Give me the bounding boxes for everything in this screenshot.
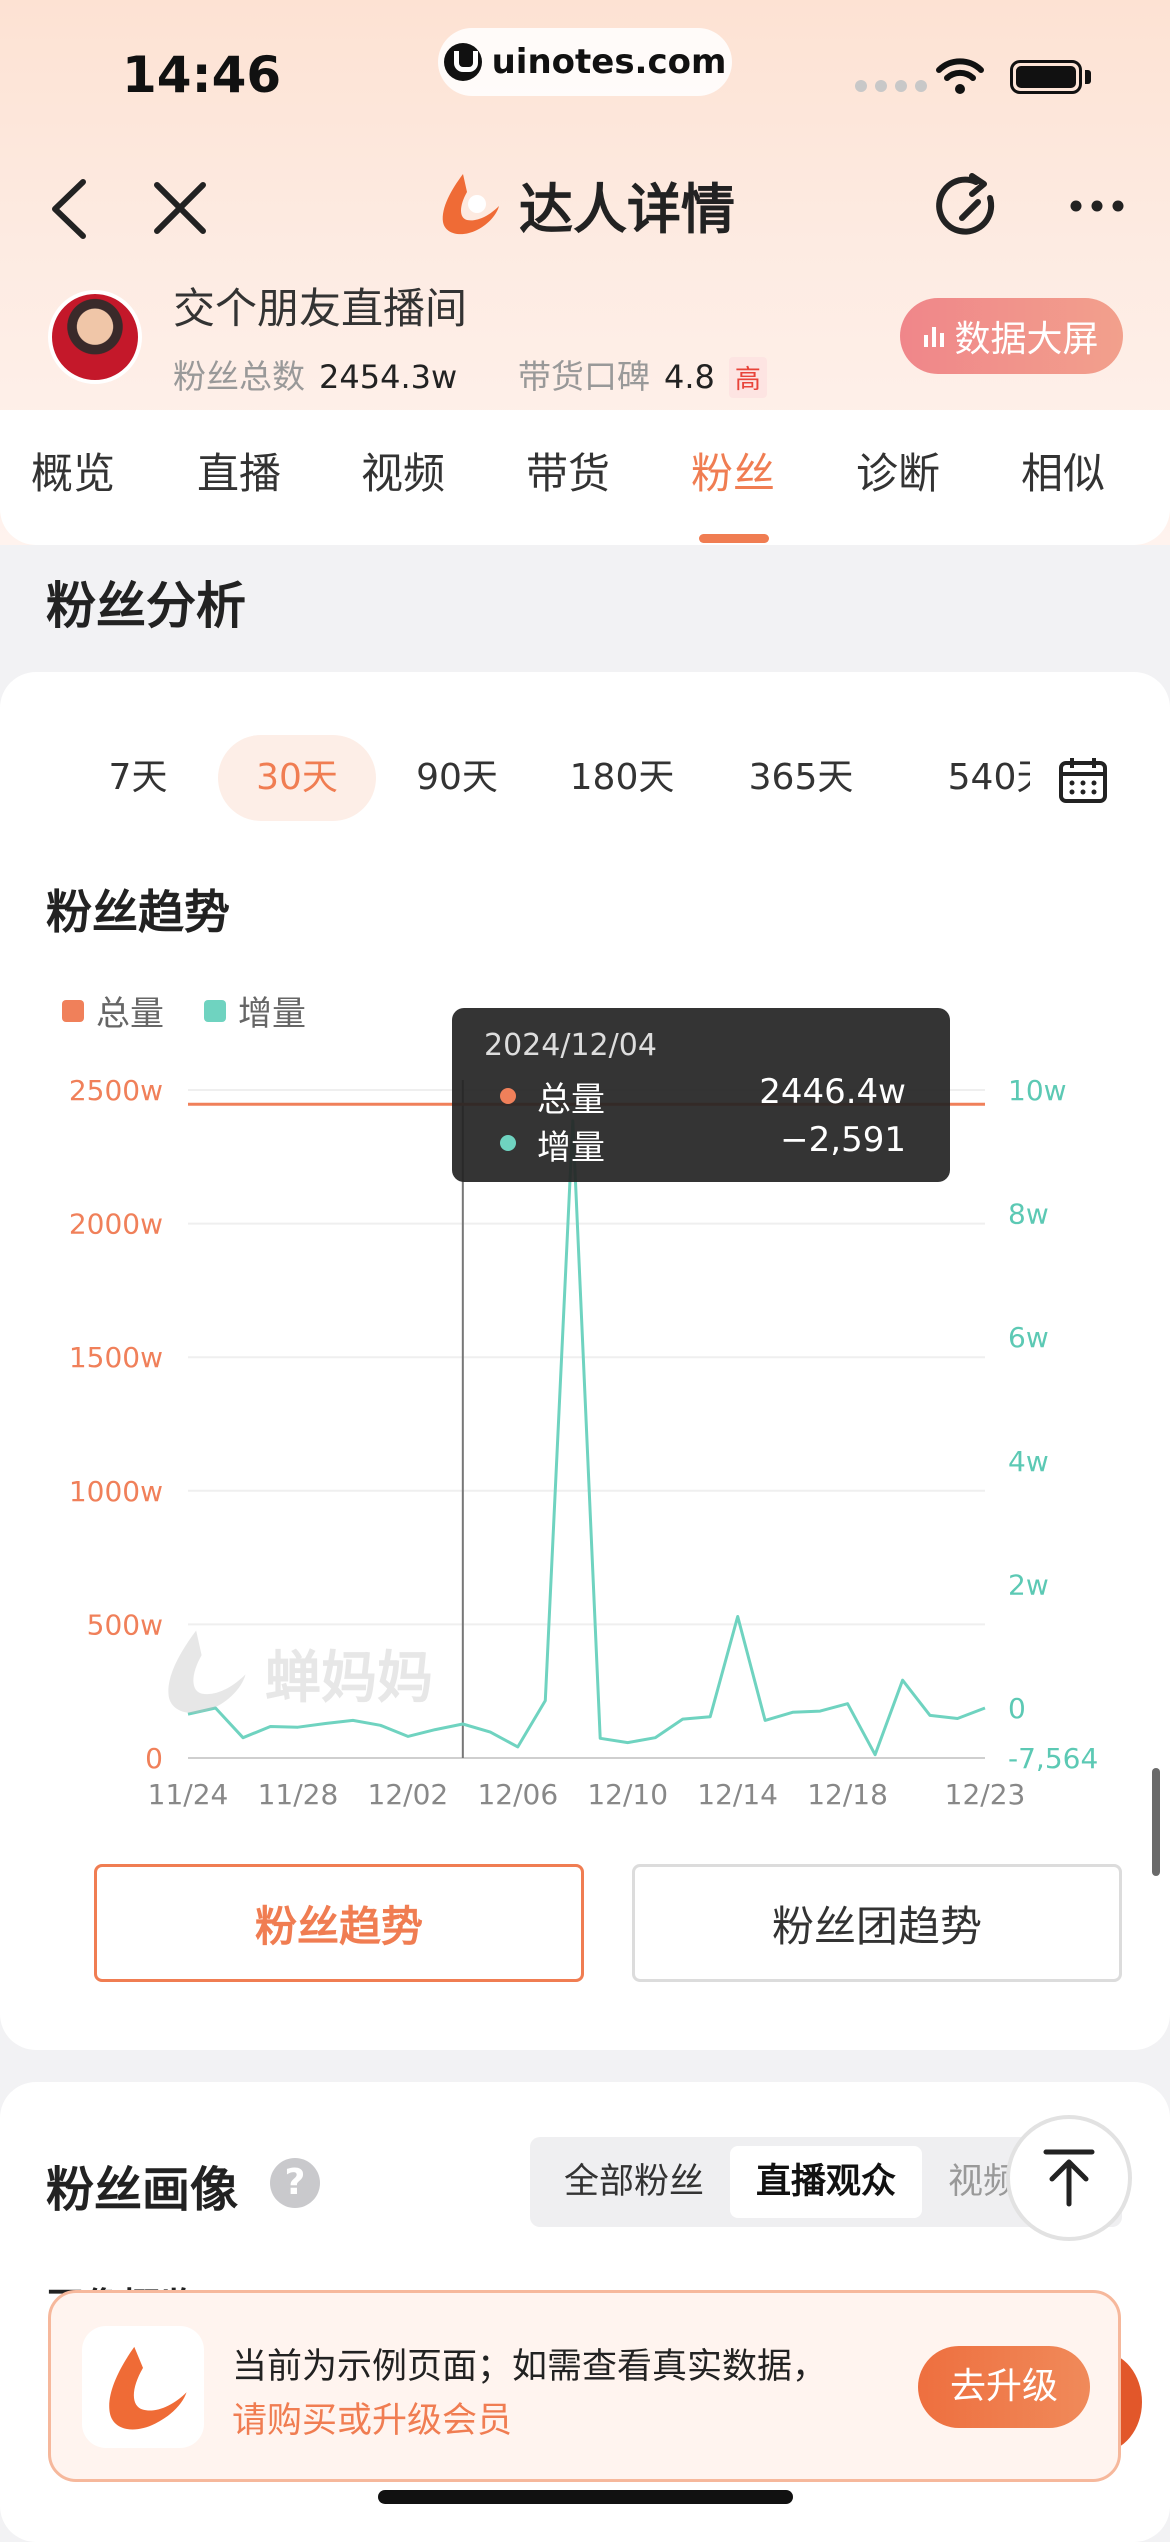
tooltip-increment-value: −2,591 [780, 1120, 906, 1160]
x-tick-label: 12/10 [587, 1778, 668, 1811]
watermark-logo-icon [168, 1630, 246, 1713]
promo-logo [82, 2326, 204, 2448]
chevron-left-icon[interactable] [45, 178, 95, 240]
promo-line1: 当前为示例页面；如需查看真实数据， [232, 2347, 828, 2387]
x-tick-label: 12/14 [697, 1778, 778, 1811]
legend-increment[interactable]: 增量 [204, 986, 306, 1035]
y-right-tick-label: 2w [1008, 1568, 1049, 1601]
tab-similar[interactable]: 相似 [993, 440, 1133, 501]
data-screen-label: 数据大屏 [954, 319, 1099, 360]
legend-increment-label: 增量 [238, 994, 306, 1034]
range-30d[interactable]: 30天 [218, 735, 376, 821]
tab-active-indicator [699, 534, 769, 543]
range-7d[interactable]: 7天 [78, 735, 198, 821]
range-540d[interactable]: 540天 [930, 735, 1030, 821]
room-name: 交个朋友直播间 [173, 284, 468, 333]
x-tick-label: 11/24 [148, 1778, 229, 1811]
tab-video[interactable]: 视频 [333, 440, 473, 501]
refresh-icon[interactable] [932, 172, 1004, 244]
fans-label: 粉丝总数 [173, 357, 305, 396]
y-right-tick-label: 10w [1008, 1074, 1067, 1107]
y-right-tick-label: 6w [1008, 1321, 1049, 1354]
y-left-tick-label: 1500w [69, 1341, 163, 1374]
watermark: 蝉妈妈 [155, 1625, 433, 1721]
tooltip-total-value: 2446.4w [759, 1072, 906, 1112]
title-group: 达人详情 [433, 165, 735, 244]
data-screen-button[interactable]: 数据大屏 [900, 298, 1123, 374]
scroll-to-top-button[interactable] [1006, 2115, 1132, 2241]
promo-line2[interactable]: 请购买或升级会员 [232, 2392, 512, 2443]
wifi-icon [936, 58, 984, 94]
tooltip-total-dot [500, 1088, 516, 1104]
x-tick-label: 11/28 [258, 1778, 339, 1811]
fans-value: 2454.3w [319, 358, 458, 396]
avatar[interactable] [48, 290, 142, 384]
home-indicator [378, 2490, 793, 2504]
watermark-text: 蝉妈妈 [265, 1645, 433, 1711]
fans-trend-button[interactable]: 粉丝趋势 [94, 1864, 584, 1982]
x-tick-label: 12/23 [945, 1778, 1026, 1811]
y-right-tick-label: 0 [1008, 1692, 1026, 1725]
site-icon [443, 43, 482, 81]
reputation-stat: 带货口碑 4.8 高 [518, 350, 767, 398]
legend-total-label: 总量 [96, 994, 164, 1034]
trend-title: 粉丝趋势 [46, 885, 230, 939]
legend-total-swatch [62, 999, 84, 1022]
page-title: 达人详情 [519, 178, 735, 241]
upgrade-button[interactable]: 去升级 [918, 2346, 1090, 2428]
y-left-tick-label: 1000w [69, 1475, 163, 1508]
battery-icon [1010, 60, 1082, 94]
y-left-tick-label: 2500w [69, 1074, 163, 1107]
range-90d[interactable]: 90天 [392, 735, 522, 821]
legend-increment-swatch [204, 999, 226, 1022]
y-left-tick-label: 0 [145, 1742, 163, 1775]
fan-group-trend-button[interactable]: 粉丝团趋势 [632, 1864, 1122, 1982]
y-left-tick-label: 2000w [69, 1208, 163, 1241]
x-tick-label: 12/06 [477, 1778, 558, 1811]
tab-fans[interactable]: 粉丝 [663, 440, 803, 501]
range-365d[interactable]: 365天 [730, 735, 872, 821]
y-right-tick-label: -7,564 [1008, 1742, 1098, 1775]
tab-goods[interactable]: 带货 [498, 440, 638, 501]
tooltip-increment-dot [500, 1135, 516, 1151]
segment-all-fans[interactable]: 全部粉丝 [540, 2146, 728, 2218]
range-180d[interactable]: 180天 [552, 735, 692, 821]
bar-chart-icon [924, 325, 945, 347]
battery-tip [1085, 70, 1091, 84]
tab-diagnosis[interactable]: 诊断 [828, 440, 968, 501]
reputation-badge: 高 [728, 357, 767, 398]
tooltip-date: 2024/12/04 [484, 1028, 657, 1063]
tab-overview[interactable]: 概览 [3, 440, 143, 501]
fans-stat: 粉丝总数 2454.3w [173, 350, 457, 398]
y-right-tick-label: 4w [1008, 1445, 1049, 1478]
portrait-title: 粉丝画像 [46, 2162, 239, 2218]
y-right-tick-label: 8w [1008, 1198, 1049, 1231]
section-title: 粉丝分析 [46, 577, 246, 635]
reputation-label: 带货口碑 [518, 357, 650, 396]
tab-live[interactable]: 直播 [169, 440, 309, 501]
more-icon[interactable] [1070, 196, 1124, 216]
range-540d-clip: 540天 [910, 735, 1030, 821]
x-tick-label: 12/02 [368, 1778, 449, 1811]
url-pill[interactable]: uinotes.com [438, 28, 732, 96]
x-tick-label: 12/18 [807, 1778, 888, 1811]
status-time: 14:46 [122, 46, 282, 104]
chanmama-logo-icon [109, 2346, 187, 2430]
tooltip-total-label: 总量 [537, 1080, 605, 1120]
legend-total[interactable]: 总量 [62, 986, 164, 1035]
reputation-value: 4.8 [664, 358, 715, 396]
calendar-icon[interactable] [1058, 756, 1108, 804]
segment-live-audience[interactable]: 直播观众 [730, 2146, 922, 2218]
y-left-tick-label: 500w [87, 1608, 163, 1641]
help-icon[interactable]: ? [270, 2158, 320, 2208]
url-text: uinotes.com [491, 42, 727, 82]
arrow-up-icon [1043, 2149, 1095, 2207]
close-icon[interactable] [152, 180, 208, 236]
tooltip-increment-label: 增量 [537, 1128, 605, 1168]
chanmama-logo-icon [442, 173, 499, 234]
scrollbar[interactable] [1152, 1768, 1160, 1876]
signal-icon [855, 80, 927, 92]
